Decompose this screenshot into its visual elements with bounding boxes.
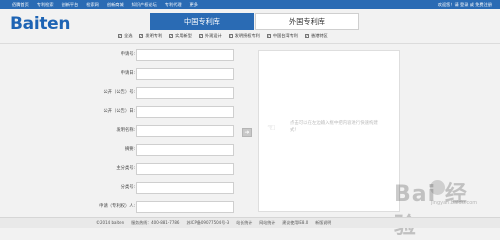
pointing-hand-icon: ☜ bbox=[267, 123, 276, 134]
nav-link-mall[interactable]: 创新商城 bbox=[107, 1, 124, 8]
option-select-all[interactable]: ✓ 全选 bbox=[118, 33, 132, 39]
field-label: 主分类号: bbox=[116, 166, 135, 171]
publication-number-input[interactable] bbox=[136, 87, 234, 99]
baiten-logo[interactable]: Baiten bbox=[10, 14, 71, 34]
footer-new-version[interactable]: 新版说明 bbox=[315, 220, 331, 226]
footer-bar: ©2014 baiten 服务热线：400-881-7786 苏ICP备0907… bbox=[0, 217, 500, 228]
field-publication-date: 公开（公告）日: bbox=[0, 106, 240, 118]
field-invention-title: 发明名称: bbox=[0, 125, 240, 137]
applicant-input[interactable] bbox=[136, 201, 234, 213]
footer-copyright: ©2014 baiten bbox=[96, 220, 125, 225]
publication-date-input[interactable] bbox=[136, 106, 234, 118]
field-applicant: 申请（专利权）人: bbox=[0, 201, 240, 213]
footer-hotline: 服务热线：400-881-7786 bbox=[131, 220, 180, 225]
checkbox-icon[interactable]: ✓ bbox=[139, 34, 144, 38]
watermark-url: jingyan.baidu.com bbox=[431, 200, 478, 206]
field-label: 申请日: bbox=[120, 71, 135, 76]
footer-browser-tip: 建议使用IE8.0 bbox=[282, 220, 309, 225]
option-utility-model[interactable]: ✓ 实用新型 bbox=[169, 33, 192, 39]
top-nav-links: 佰腾首页 专利检索 创新平台 检索网 创新商城 知识产权论坛 专利代理 更多 bbox=[12, 1, 198, 8]
checkbox-icon[interactable]: ✓ bbox=[118, 34, 122, 38]
option-invention[interactable]: ✓ 发明专利 bbox=[139, 33, 162, 39]
field-label: 分类号: bbox=[120, 185, 135, 190]
baidu-jingyan-watermark: Bai 经验 jingyan.baidu.com bbox=[380, 173, 490, 239]
nav-link-more[interactable]: 更多 bbox=[190, 1, 198, 8]
field-publication-number: 公开（公告）号: bbox=[0, 87, 240, 99]
field-label: 公开（公告）日: bbox=[103, 109, 135, 114]
checkbox-icon[interactable]: ✓ bbox=[228, 34, 233, 38]
abstract-input[interactable] bbox=[136, 144, 234, 156]
nav-link-patent-search[interactable]: 专利检索 bbox=[37, 1, 54, 8]
main-classification-input[interactable] bbox=[136, 163, 234, 175]
field-label: 发明名称: bbox=[116, 128, 135, 133]
option-taiwan[interactable]: ✓ 中国台湾专利 bbox=[266, 33, 298, 39]
nav-link-agency[interactable]: 专利代理 bbox=[165, 1, 182, 8]
invention-title-input[interactable] bbox=[136, 125, 234, 137]
nav-link-forum[interactable]: 知识产权论坛 bbox=[132, 1, 157, 8]
tab-foreign-patent[interactable]: 外国专利库 bbox=[255, 13, 359, 30]
option-design[interactable]: ✓ 外观设计 bbox=[198, 33, 222, 39]
panel-hint-text: 点击可以在左边输入框中把内容进行快速构建式！ bbox=[290, 121, 378, 133]
database-checkboxes: ✓ 全选 ✓ 发明专利 ✓ 实用新型 ✓ 外观设计 ✓ 发明授权专利 ✓ 中国台湾专利 ✓ 香… bbox=[118, 33, 328, 39]
footer-stats-2[interactable]: 网站统计 bbox=[259, 220, 275, 226]
login-register-link[interactable]: 欢迎您！请 登录 或 免费注册 bbox=[438, 1, 492, 8]
field-main-classification: 主分类号: bbox=[0, 163, 240, 175]
field-label: 申请（专利权）人: bbox=[99, 204, 135, 209]
application-date-input[interactable] bbox=[136, 68, 234, 80]
footer-items: ©2014 baiten 服务热线：400-881-7786 苏ICP备0907… bbox=[96, 220, 331, 226]
field-label: 摘要: bbox=[124, 147, 135, 152]
checkbox-icon[interactable]: ✓ bbox=[266, 34, 271, 38]
option-hongkong[interactable]: ✓ 香港特区 bbox=[304, 33, 328, 39]
checkbox-icon[interactable]: ✓ bbox=[198, 34, 203, 38]
arrow-right-icon: ➜ bbox=[244, 129, 250, 136]
transfer-arrow-button[interactable]: ➜ bbox=[242, 128, 252, 137]
nav-link-innovation[interactable]: 创新平台 bbox=[62, 1, 79, 8]
application-number-input[interactable] bbox=[136, 49, 234, 61]
divider bbox=[0, 43, 500, 44]
option-invention-granted[interactable]: ✓ 发明授权专利 bbox=[228, 33, 260, 39]
checkbox-icon[interactable]: ✓ bbox=[304, 34, 309, 38]
checkbox-icon[interactable]: ✓ bbox=[169, 34, 174, 38]
database-tabs: 中国专利库 外国专利库 bbox=[150, 13, 359, 30]
footer-icp[interactable]: 苏ICP备09077504号-3 bbox=[186, 220, 229, 226]
footer-stats-1[interactable]: 站长统计 bbox=[236, 220, 252, 226]
field-label: 公开（公告）号: bbox=[103, 90, 135, 95]
field-application-date: 申请日: bbox=[0, 68, 240, 80]
field-label: 申请号: bbox=[120, 52, 135, 57]
watermark-brand: Bai 经验 bbox=[394, 182, 468, 239]
field-application-number: 申请号: bbox=[0, 49, 240, 61]
classification-input[interactable] bbox=[136, 182, 234, 194]
field-classification: 分类号: bbox=[0, 182, 240, 194]
nav-link-search-net[interactable]: 检索网 bbox=[86, 1, 99, 8]
tab-china-patent[interactable]: 中国专利库 bbox=[150, 13, 254, 30]
nav-link-home[interactable]: 佰腾首页 bbox=[12, 1, 29, 8]
field-abstract: 摘要: bbox=[0, 144, 240, 156]
query-builder-panel[interactable]: ☜ 点击可以在左边输入框中把内容进行快速构建式！ bbox=[258, 50, 400, 212]
top-navigation-bar: 佰腾首页 专利检索 创新平台 检索网 创新商城 知识产权论坛 专利代理 更多 欢… bbox=[0, 0, 500, 9]
